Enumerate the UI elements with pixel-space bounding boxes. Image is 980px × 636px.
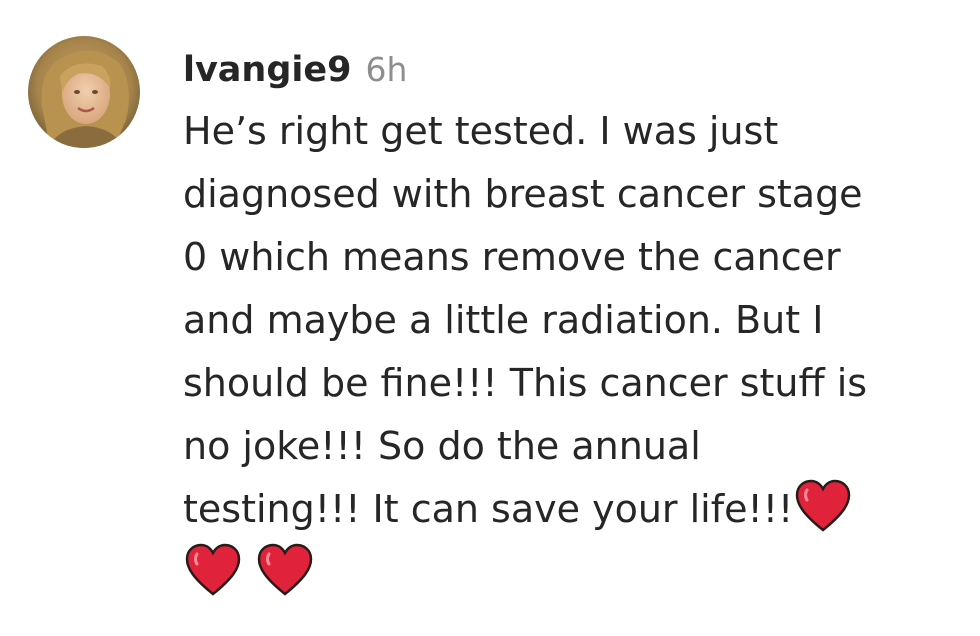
emoji-row (183, 542, 315, 598)
username-link[interactable]: lvangie9 (183, 40, 352, 100)
heart-icon (183, 542, 243, 598)
heart-icon (255, 542, 315, 598)
comment-meta: lvangie9 6h (183, 40, 973, 100)
comment-content: lvangie9 6h He’s right get tested. I was… (183, 40, 973, 541)
comment-body: He’s right get tested. I was just diagno… (183, 100, 973, 541)
timestamp[interactable]: 6h (366, 40, 408, 100)
comment-line: should be fine!!! This cancer stuff is (183, 361, 868, 405)
comment-line-last: testing!!! It can save your life!!! (183, 478, 973, 541)
comment-line: and maybe a little radiation. But I (183, 298, 824, 342)
avatar[interactable] (28, 36, 140, 148)
comment-line-text: testing!!! It can save your life!!! (183, 487, 794, 531)
comment-line: 0 which means remove the cancer (183, 235, 841, 279)
comment-line: no joke!!! So do the annual (183, 424, 701, 468)
heart-icon (793, 478, 853, 534)
comment-line: diagnosed with breast cancer stage (183, 172, 863, 216)
comment-line: He’s right get tested. I was just (183, 109, 779, 153)
